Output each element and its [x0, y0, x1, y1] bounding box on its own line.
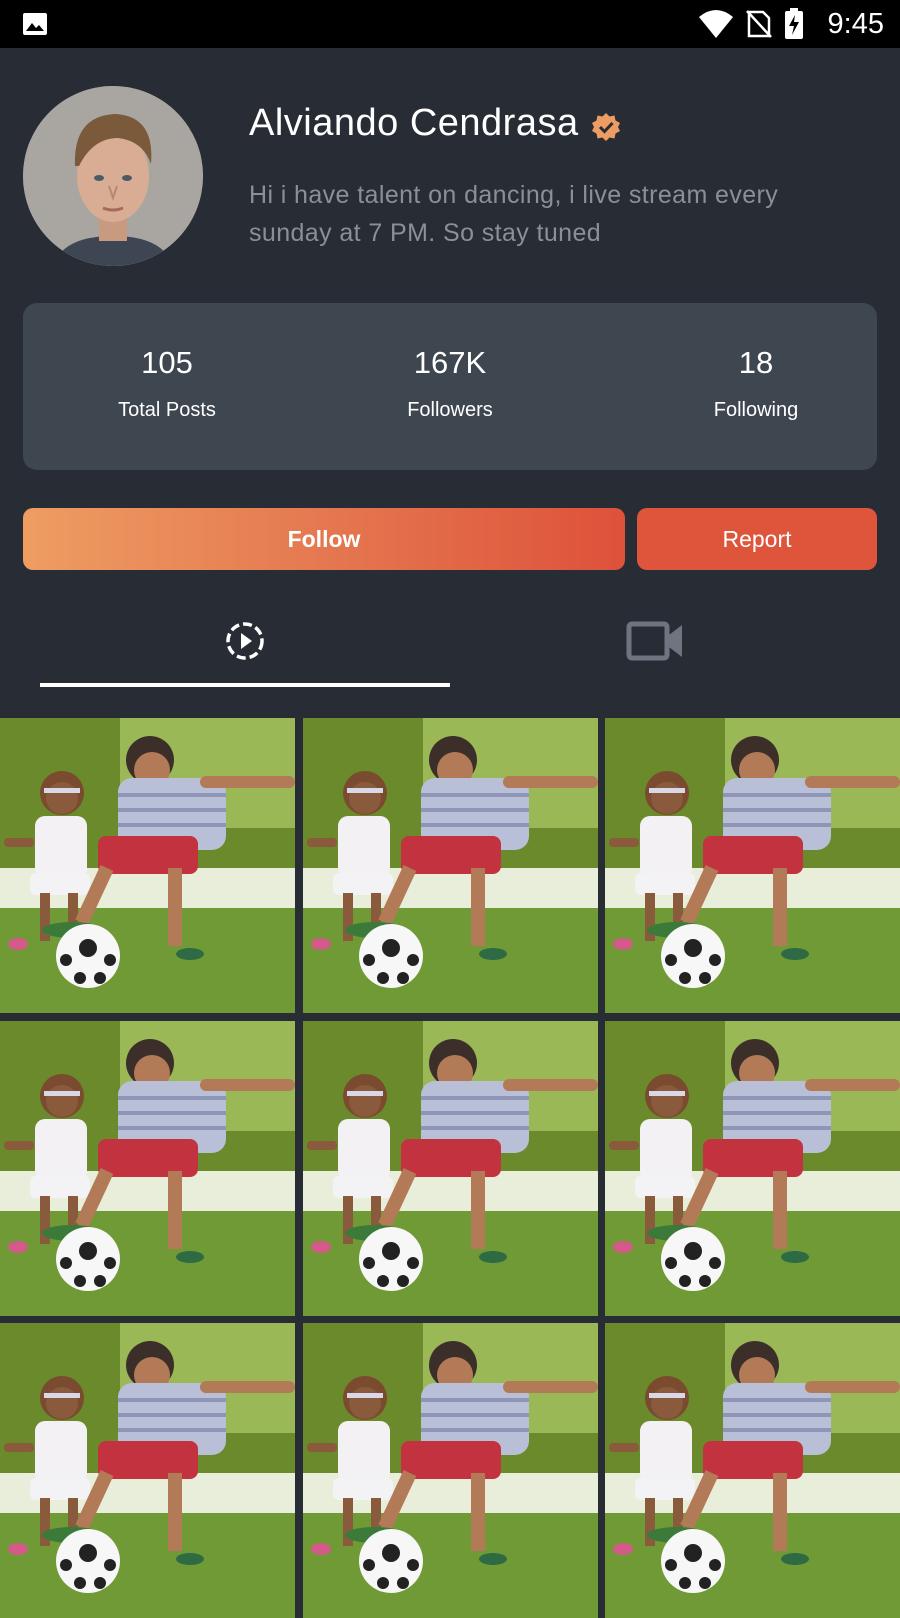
stat-value: 105: [141, 345, 193, 380]
post-thumbnail[interactable]: [303, 1323, 598, 1618]
stat-value: 167K: [413, 345, 487, 380]
post-thumbnail[interactable]: [303, 1021, 598, 1316]
post-thumbnail[interactable]: [605, 718, 900, 1013]
battery-charging-icon: [785, 8, 803, 39]
stat-followers[interactable]: 167K Followers: [330, 343, 570, 425]
profile-name-row: Alviando Cendrasa: [249, 102, 621, 145]
stat-total-posts[interactable]: 105 Total Posts: [47, 343, 287, 425]
stat-label: Total Posts: [118, 399, 216, 421]
stat-label: Followers: [407, 399, 493, 421]
follow-button[interactable]: Follow: [23, 508, 625, 570]
verified-badge-icon: [591, 112, 620, 141]
post-thumbnail[interactable]: [605, 1021, 900, 1316]
avatar: [23, 86, 203, 266]
play-circle-icon: [226, 622, 264, 660]
post-thumbnail[interactable]: [303, 718, 598, 1013]
post-thumbnail[interactable]: [605, 1323, 900, 1618]
profile-name: Alviando Cendrasa: [249, 102, 579, 144]
report-button[interactable]: Report: [637, 508, 877, 570]
stat-label: Following: [713, 399, 799, 421]
stats-card: 105 Total Posts 167K Followers 18 Follow…: [23, 303, 877, 470]
profile-bio: Hi i have talent on dancing, i live stre…: [249, 181, 779, 247]
no-sim-icon: [746, 10, 772, 38]
post-thumbnail[interactable]: [0, 718, 295, 1013]
status-bar: 9:45: [0, 0, 900, 48]
status-time: 9:45: [827, 8, 884, 40]
tab-videos[interactable]: [450, 600, 860, 682]
post-thumbnail[interactable]: [0, 1323, 295, 1618]
image-notification-icon: [23, 13, 47, 35]
stat-value: 18: [738, 345, 774, 380]
post-grid: [0, 718, 900, 1600]
video-camera-icon: [626, 621, 682, 661]
tab-indicator: [40, 683, 450, 687]
post-thumbnail[interactable]: [0, 1021, 295, 1316]
tab-posts[interactable]: [40, 600, 450, 682]
stat-following[interactable]: 18 Following: [636, 343, 876, 425]
wifi-icon: [699, 10, 733, 38]
